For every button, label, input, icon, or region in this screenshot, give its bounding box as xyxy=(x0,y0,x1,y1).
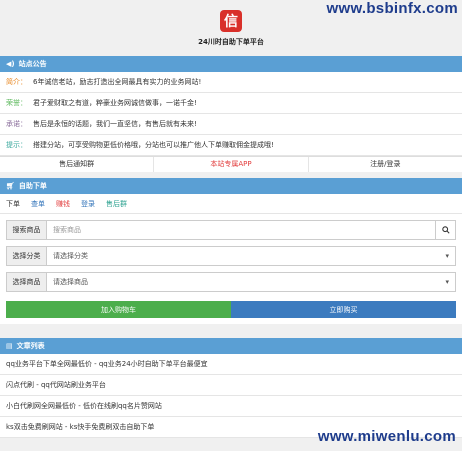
tab-after-sales[interactable]: 售后群 xyxy=(106,199,127,209)
articles-panel: ▤ 文章列表 qq业务平台下单全网最低价 - qq业务24小时自助下单平台最便宜… xyxy=(0,338,462,438)
notice-item: 简介： 6年诚信老站，励志打造出全网最具有实力的业务网站! xyxy=(0,72,462,93)
dropdown-arrow-icon: ▾ xyxy=(445,252,449,260)
notice-title: 站点公告 xyxy=(18,60,47,68)
search-button[interactable] xyxy=(435,221,455,239)
notice-item: 荣誉： 君子爱财取之有道，粹豪业务网诚信做事，一诺千金! xyxy=(0,93,462,114)
notice-tag: 提示： xyxy=(6,141,27,149)
article-item[interactable]: qq业务平台下单全网最低价 - qq业务24小时自助下单平台最便宜 xyxy=(0,354,462,375)
search-icon xyxy=(441,226,450,234)
watermark-top: www.bsbinfx.com xyxy=(326,0,458,17)
tab-earn[interactable]: 赚钱 xyxy=(56,199,70,209)
notice-text: 搭建分站，可享受购物更低价格哦，分站也可以推广他人下单赚取佣金提成哦! xyxy=(33,141,274,149)
volume-icon: ◀) xyxy=(6,60,15,68)
tab-login[interactable]: 登录 xyxy=(81,199,95,209)
product-label: 选择商品 xyxy=(7,273,47,291)
category-row: 选择分类 请选择分类 ▾ xyxy=(6,246,456,266)
notice-text: 君子爱财取之有道，粹豪业务网诚信做事，一诺千金! xyxy=(33,99,197,107)
buy-now-button[interactable]: 立即购买 xyxy=(231,301,456,318)
site-logo: 信 xyxy=(220,9,242,32)
tab-query[interactable]: 查单 xyxy=(31,199,45,209)
order-panel-header: 🛒︎ 自助下单 xyxy=(0,178,462,194)
add-to-cart-button[interactable]: 加入购物车 xyxy=(6,301,231,318)
order-title: 自助下单 xyxy=(18,182,47,190)
notice-tag: 简介： xyxy=(6,78,27,86)
notice-tag: 承诺： xyxy=(6,120,27,128)
category-label: 选择分类 xyxy=(7,247,47,265)
site-title: 24川时自助下单平台 xyxy=(198,37,264,46)
after-sales-group-link[interactable]: 售后通知群 xyxy=(0,157,155,172)
order-tabs: 下单 查单 赚钱 登录 售后群 xyxy=(0,194,462,214)
notice-item: 提示： 搭建分站，可享受购物更低价格哦，分站也可以推广他人下单赚取佣金提成哦! xyxy=(0,135,462,156)
product-row: 选择商品 请选择商品 ▾ xyxy=(6,272,456,292)
notice-item: 承诺： 售后是永恒的话题，我们一直坚信，有售后就有未来! xyxy=(0,114,462,135)
cart-icon: 🛒︎ xyxy=(6,182,15,190)
notice-tag: 荣誉： xyxy=(6,99,27,107)
tab-order[interactable]: 下单 xyxy=(6,199,20,209)
notice-panel-header: ◀) 站点公告 xyxy=(0,56,462,72)
order-buttons: 加入购物车 立即购买 xyxy=(6,301,456,318)
register-login-link[interactable]: 注册/登录 xyxy=(309,157,462,172)
app-download-link[interactable]: 本站专属APP xyxy=(154,157,309,172)
list-icon: ▤ xyxy=(6,342,13,350)
order-panel: 🛒︎ 自助下单 下单 查单 赚钱 登录 售后群 搜索商品 搜索商品 选择分类 请… xyxy=(0,178,462,324)
category-value: 请选择分类 xyxy=(53,252,88,260)
notice-links: 售后通知群 本站专属APP 注册/登录 xyxy=(0,156,462,172)
search-row: 搜索商品 搜索商品 xyxy=(6,220,456,240)
product-select[interactable]: 请选择商品 ▾ xyxy=(47,273,455,291)
search-input[interactable]: 搜索商品 xyxy=(47,221,435,239)
articles-title: 文章列表 xyxy=(16,342,45,350)
category-select[interactable]: 请选择分类 ▾ xyxy=(47,247,455,265)
article-item[interactable]: 小白代刷网全网最低价 - 低价在线刷qq名片赞网站 xyxy=(0,396,462,417)
search-label: 搜索商品 xyxy=(7,221,47,239)
dropdown-arrow-icon: ▾ xyxy=(445,278,449,286)
notice-text: 售后是永恒的话题，我们一直坚信，有售后就有未来! xyxy=(33,120,197,128)
product-value: 请选择商品 xyxy=(53,278,88,286)
watermark-bottom: www.miwenlu.com xyxy=(317,428,456,445)
notice-panel: ◀) 站点公告 简介： 6年诚信老站，励志打造出全网最具有实力的业务网站! 荣誉… xyxy=(0,56,462,172)
articles-panel-header: ▤ 文章列表 xyxy=(0,338,462,354)
notice-text: 6年诚信老站，励志打造出全网最具有实力的业务网站! xyxy=(33,78,202,86)
article-item[interactable]: 闪点代刷 - qq代网站刷业务平台 xyxy=(0,375,462,396)
